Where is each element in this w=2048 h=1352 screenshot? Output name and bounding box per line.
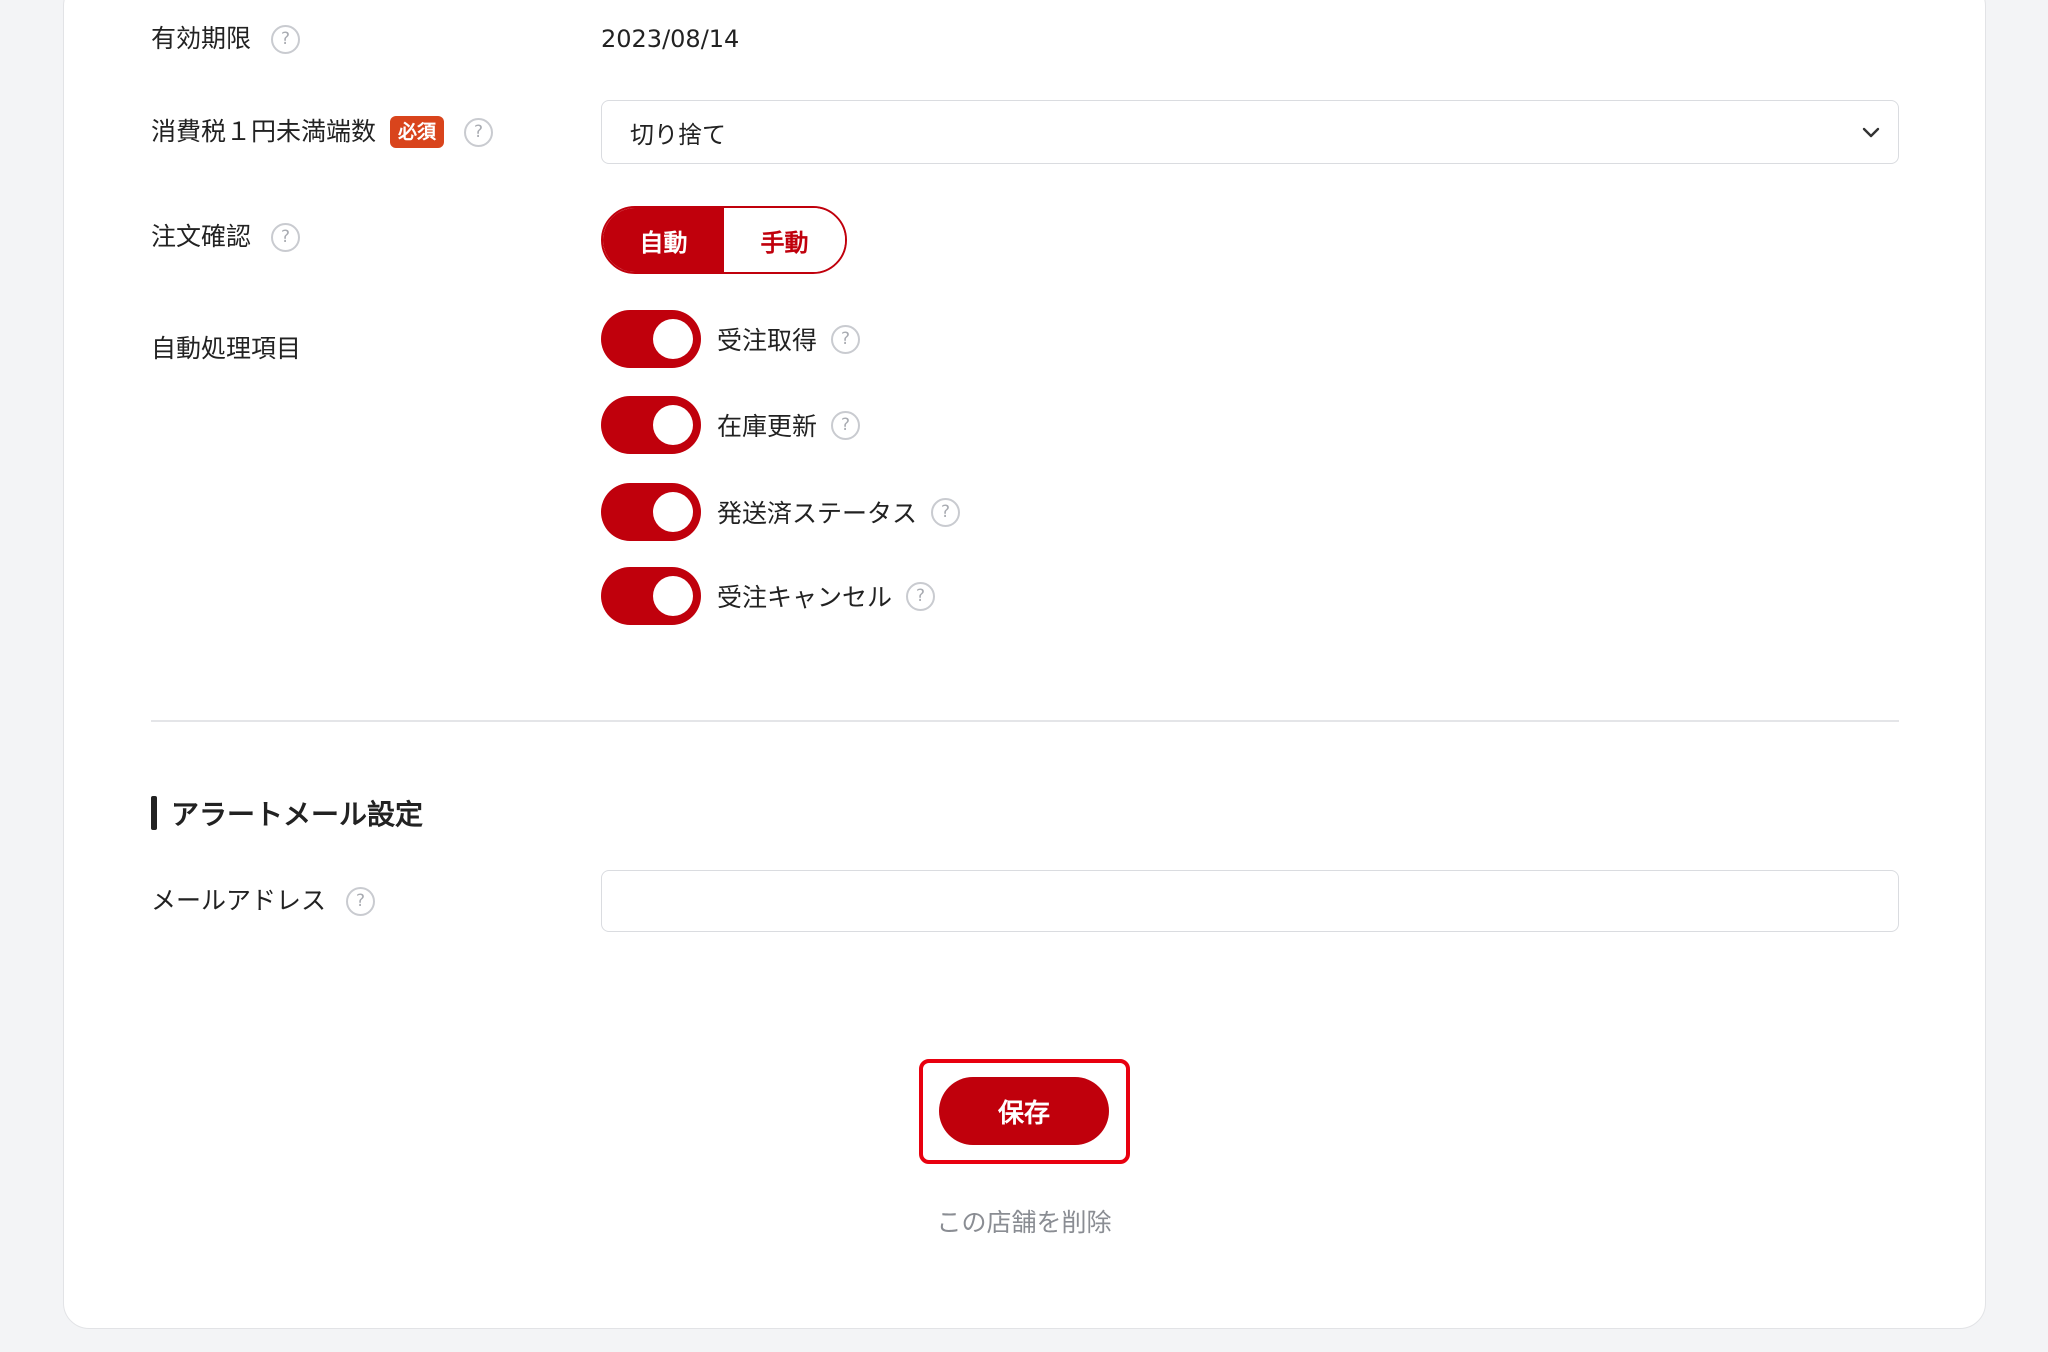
auto-item-stock-update: 在庫更新 ? [601,396,861,454]
auto-item-order-fetch: 受注取得 ? [601,310,861,368]
help-icon[interactable]: ? [464,117,494,147]
alert-section-title: アラートメール設定 [151,793,423,833]
email-input[interactable] [601,870,1899,932]
order-confirm-toggle: 自動 手動 [601,206,847,274]
switch-knob [653,405,693,445]
auto-item-shipped-status: 発送済ステータス ? [601,483,961,541]
alert-section-title-text: アラートメール設定 [171,798,424,831]
shipped-status-switch[interactable] [601,483,701,541]
order-fetch-label: 受注取得 [717,326,818,355]
auto-item-order-cancel: 受注キャンセル ? [601,567,936,625]
switch-knob [653,319,693,359]
save-button[interactable]: 保存 [939,1077,1109,1145]
tax-label: 消費税１円未満端数 [151,117,377,146]
help-icon[interactable]: ? [271,24,301,54]
tax-rounding-value: 切り捨て [630,120,726,149]
help-icon[interactable]: ? [906,581,936,611]
required-badge: 必須 [390,116,445,148]
order-cancel-switch[interactable] [601,567,701,625]
order-confirm-auto[interactable]: 自動 [603,208,724,272]
stock-update-switch[interactable] [601,396,701,454]
order-confirm-manual[interactable]: 手動 [724,208,845,272]
email-label: メールアドレス [151,886,327,915]
help-icon[interactable]: ? [931,497,961,527]
help-icon[interactable]: ? [271,222,301,252]
order-confirm-row: 注文確認 ? [151,220,301,254]
tax-row: 消費税１円未満端数 必須 ? [151,115,494,149]
chevron-down-icon [1862,127,1880,138]
stock-update-label: 在庫更新 [717,412,818,441]
email-row: メールアドレス ? [151,884,376,918]
shipped-status-label: 発送済ステータス [717,499,918,528]
section-marker [151,796,157,830]
expiry-label: 有効期限 [151,24,252,53]
switch-knob [653,576,693,616]
tax-rounding-select[interactable]: 切り捨て [601,100,1899,164]
switch-knob [653,492,693,532]
help-icon[interactable]: ? [346,886,376,916]
order-confirm-label: 注文確認 [151,222,252,251]
delete-store-link[interactable]: この店舗を削除 [0,1203,2048,1239]
help-icon[interactable]: ? [831,324,861,354]
expiry-value: 2023/08/14 [601,25,740,53]
order-cancel-label: 受注キャンセル [717,583,893,612]
help-icon[interactable]: ? [831,410,861,440]
auto-processing-label: 自動処理項目 [151,334,302,363]
expiry-row: 有効期限 ? [151,22,301,56]
order-fetch-switch[interactable] [601,310,701,368]
section-divider [151,720,1899,722]
